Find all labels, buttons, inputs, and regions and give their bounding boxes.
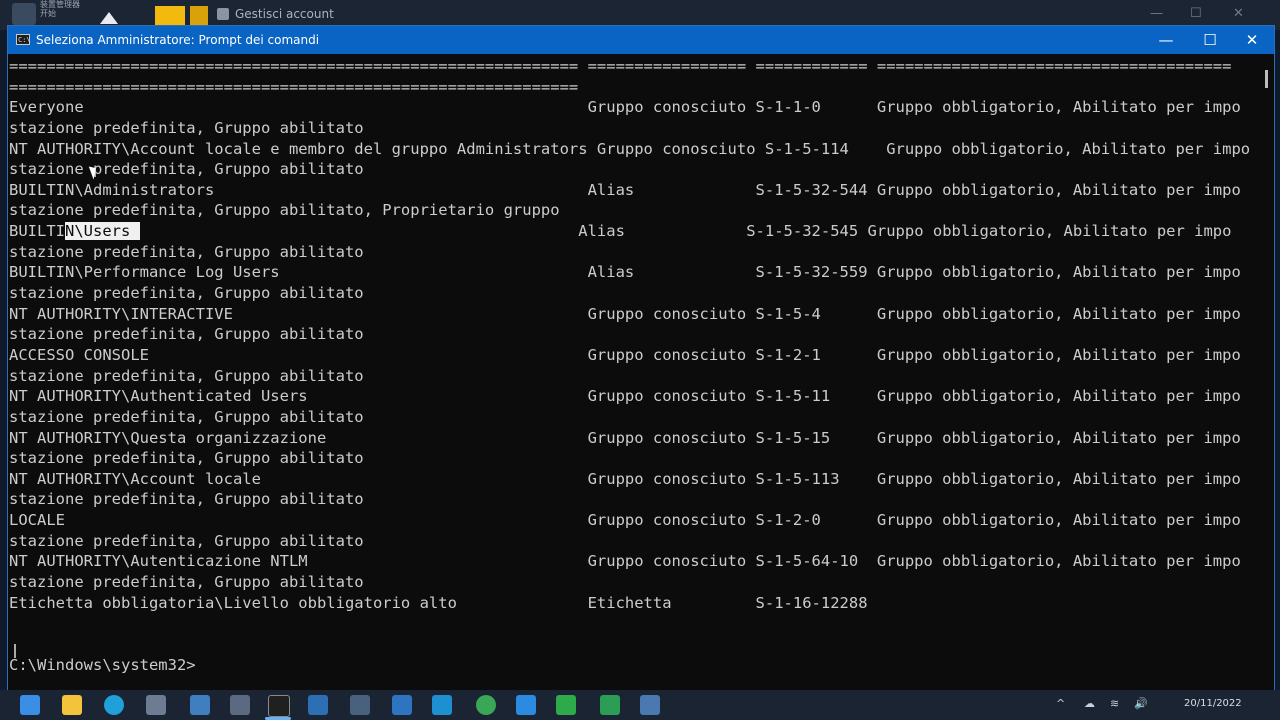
terminal-line: stazione predefinita, Gruppo abilitato <box>9 531 364 550</box>
file-explorer-icon[interactable] <box>62 695 82 715</box>
cmd-icon: C:\ <box>16 34 31 45</box>
background-window-title: Gestisci account <box>235 7 334 21</box>
line-text: BUILTI <box>9 222 65 241</box>
terminal-line: stazione predefinita, Gruppo abilitato, … <box>9 201 560 220</box>
terminal-line: stazione predefinita, Gruppo abilitato <box>9 490 364 509</box>
terminal-line: stazione predefinita, Gruppo abilitato <box>9 449 364 468</box>
terminal-line: stazione predefinita, Gruppo abilitato <box>9 160 364 179</box>
terminal-line: stazione predefinita, Gruppo abilitato <box>9 242 364 261</box>
window-title: Seleziona Amministratore: Prompt dei com… <box>36 33 320 47</box>
chrome-icon[interactable] <box>476 695 496 715</box>
terminal-icon[interactable] <box>268 695 290 717</box>
vscode-icon[interactable] <box>516 695 536 715</box>
python-icon[interactable] <box>190 695 210 715</box>
terminal-line: stazione predefinita, Gruppo abilitato <box>9 407 364 426</box>
text-cursor <box>14 644 16 658</box>
terminal-line: NT AUTHORITY\Account locale Gruppo conos… <box>9 469 1241 488</box>
terminal-line: stazione predefinita, Gruppo abilitato <box>9 284 364 303</box>
scrollbar[interactable] <box>1262 56 1272 688</box>
taskbar: ^ ☁ ≋ 🔊 20/11/2022 <box>0 690 1280 720</box>
terminal-line: C:\Windows\system32> <box>9 655 196 674</box>
terminal-line: NT AUTHORITY\Authenticated Users Gruppo … <box>9 387 1241 406</box>
terminal-line: stazione predefinita, Gruppo abilitato <box>9 573 364 592</box>
background-maximize-button[interactable]: ☐ <box>1190 6 1202 21</box>
app-icon[interactable] <box>556 695 576 715</box>
cloud-icon[interactable]: ☁ <box>1084 697 1095 710</box>
store-icon[interactable] <box>146 695 166 715</box>
account-icon <box>217 8 229 20</box>
clock-date[interactable]: 20/11/2022 <box>1184 698 1242 709</box>
terminal-line: NT AUTHORITY\Account locale e membro del… <box>9 139 1251 158</box>
app-icon[interactable] <box>230 695 250 715</box>
terminal-line: ACCESSO CONSOLE Gruppo conosciuto S-1-2-… <box>9 345 1241 364</box>
minimize-button[interactable]: — <box>1144 26 1188 54</box>
close-button[interactable]: ✕ <box>1230 26 1274 54</box>
calculator-icon[interactable] <box>350 695 370 715</box>
terminal-line: stazione predefinita, Gruppo abilitato <box>9 366 364 385</box>
app-icon[interactable] <box>600 695 620 715</box>
app-icon[interactable] <box>432 695 452 715</box>
command-prompt-window[interactable]: C:\ Seleziona Amministratore: Prompt dei… <box>7 25 1275 693</box>
terminal-line: Everyone Gruppo conosciuto S-1-1-0 Grupp… <box>9 98 1241 117</box>
terminal-line: BUILTIN\Performance Log Users Alias S-1-… <box>9 263 1241 282</box>
powershell-icon[interactable] <box>308 695 328 715</box>
terminal-line: stazione predefinita, Gruppo abilitato <box>9 118 364 137</box>
title-bar[interactable]: C:\ Seleziona Amministratore: Prompt dei… <box>8 26 1274 54</box>
background-app-label: 装置管理器 开始 <box>40 0 80 18</box>
scrollbar-thumb[interactable] <box>1265 70 1268 88</box>
terminal-line: LOCALE Gruppo conosciuto S-1-2-0 Gruppo … <box>9 511 1241 530</box>
terminal-line-selected: BUILTIN\Users Alias S-1-5-32-545 Gruppo … <box>9 221 1259 242</box>
terminal-output[interactable]: ========================================… <box>9 56 1259 688</box>
selected-text: N\Users <box>65 222 140 241</box>
edge-icon[interactable] <box>104 695 124 715</box>
app-icon[interactable] <box>392 695 412 715</box>
wifi-icon[interactable]: ≋ <box>1110 697 1119 710</box>
device-manager-app-icon[interactable] <box>12 3 36 25</box>
background-close-button[interactable]: ✕ <box>1233 6 1244 21</box>
terminal-line: Etichetta obbligatoria\Livello obbligato… <box>9 593 868 612</box>
background-minimize-button[interactable]: — <box>1150 6 1163 21</box>
home-icon[interactable] <box>100 12 118 24</box>
terminal-line: NT AUTHORITY\Questa organizzazione Grupp… <box>9 428 1241 447</box>
terminal-line: NT AUTHORITY\INTERACTIVE Gruppo conosciu… <box>9 304 1241 323</box>
show-hidden-icons-icon[interactable]: ^ <box>1056 697 1065 710</box>
app-icon[interactable] <box>640 695 660 715</box>
line-text: Alias S-1-5-32-545 Gruppo obbligatorio, … <box>139 222 1232 241</box>
terminal-line: ========================================… <box>9 57 1232 75</box>
terminal-line: NT AUTHORITY\Autenticazione NTLM Gruppo … <box>9 552 1241 571</box>
volume-icon[interactable]: 🔊 <box>1134 697 1148 710</box>
maximize-button[interactable]: ☐ <box>1188 26 1232 54</box>
terminal-line: stazione predefinita, Gruppo abilitato <box>9 325 364 344</box>
terminal-line: BUILTIN\Administrators Alias S-1-5-32-54… <box>9 180 1241 199</box>
start-icon[interactable] <box>20 695 40 715</box>
terminal-line: ========================================… <box>9 77 579 96</box>
